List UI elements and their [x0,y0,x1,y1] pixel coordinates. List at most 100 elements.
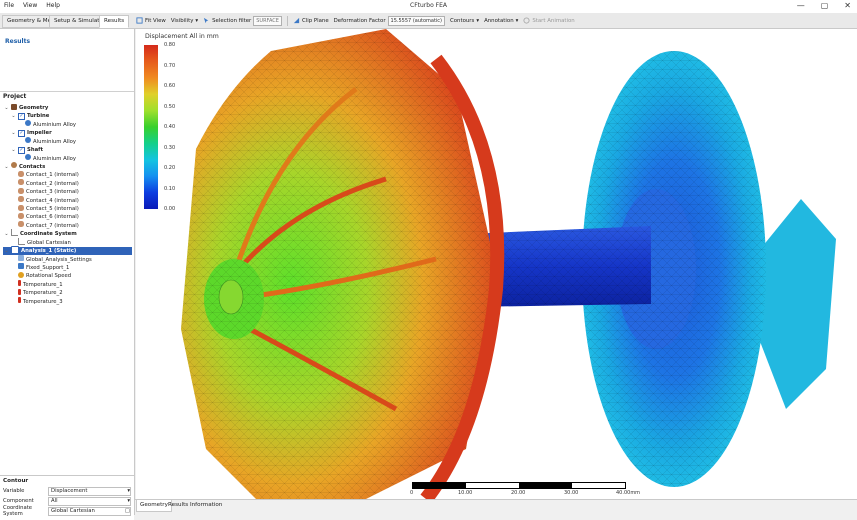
tree-item[interactable]: ⌄ Analysis_1 (Static) [3,245,132,256]
menu-help[interactable]: Help [46,2,60,9]
tree-item-label: Contact_5 (internal) [26,206,79,213]
results-heading: Results [5,38,31,45]
selection-filter[interactable]: Selection filter SURFACE [203,15,282,26]
legend-title: Displacement All in mm [145,33,219,40]
close-button[interactable]: ✕ [844,1,851,10]
contours-dropdown[interactable]: Contours ▾ [450,18,479,24]
scale-label: 40.00mm [616,490,641,496]
tree-item[interactable]: ⌄ ✓ Impeller [11,129,52,138]
tree-item[interactable]: Contact_1 (internal) [11,170,79,179]
tree-item[interactable]: Contact_5 (internal) [11,204,79,213]
scale-segment [519,483,572,488]
expand-chevron-icon[interactable]: ⌄ [4,247,9,255]
tree-item[interactable]: ⌄ Contacts [4,162,46,171]
legend-tick-label: 0.40 [164,124,176,130]
contacts-icon [11,162,17,171]
legend-tick-label: 0.30 [164,144,176,151]
variable-label: Variable [3,488,25,494]
legend-tick-label: 0.20 [164,165,176,171]
minimize-button[interactable]: — [797,1,805,10]
chevron-down-icon: ▾ [476,17,480,24]
visibility-dropdown[interactable]: Visibility ▾ [171,18,198,24]
tree-item[interactable]: Temperature_1 [11,280,63,289]
legend-color-bar [144,45,158,209]
expand-chevron-icon[interactable]: ⌄ [11,129,16,137]
selection-filter-select[interactable]: SURFACE [253,15,282,26]
tree-item[interactable]: Contact_7 (internal) [11,221,79,230]
expand-chevron-icon[interactable]: ⌄ [11,146,16,154]
scale-label: 20.00 [511,490,526,496]
checkbox-icon: ✓ [18,130,25,138]
expand-chevron-icon[interactable]: ⌄ [4,230,9,238]
legend-tick-label: 0.10 [164,185,176,192]
checkbox-icon: ✓ [18,113,25,121]
tree-item[interactable]: Aluminium Alloy [18,154,76,163]
tree-item-label: Contact_1 (internal) [26,172,79,179]
tree-item[interactable]: Contact_4 (internal) [11,196,79,205]
tree-item[interactable]: Contact_3 (internal) [11,187,79,196]
tree-item-label: Aluminium Alloy [33,121,77,128]
tree-item[interactable]: ⌄ Coordinate System [4,229,77,238]
tree-item-label: Contact_3 (internal) [26,189,79,196]
tree-item[interactable]: Temperature_2 [11,288,63,297]
tree-item[interactable]: Temperature_3 [11,297,63,306]
maximize-button[interactable]: ▢ [821,1,829,10]
annotation-dropdown[interactable]: Annotation ▾ [484,18,518,24]
3d-viewport[interactable]: Displacement All in mm 0 10.00 20.00 30.… [136,29,857,499]
menu-file[interactable]: File [4,2,14,9]
contact-icon [18,221,24,230]
turbine-model[interactable] [136,29,857,499]
scale-label: 0 [410,490,414,496]
tree-item[interactable]: Fixed_Support_1 [11,263,69,272]
tree-item-label: Analysis_1 (Static) [21,248,77,255]
tree-item[interactable]: Global_Analysis_Settings [11,255,92,264]
menu-view[interactable]: View [23,2,37,9]
tree-item[interactable]: Aluminium Alloy [18,120,77,129]
tree-item-label: Impeller [27,130,52,137]
tree-item[interactable]: Rotational Speed [11,271,71,280]
coordinate-select[interactable]: Global Cartesian □ [48,506,131,516]
expand-chevron-icon[interactable]: ⌄ [11,112,16,120]
variable-select[interactable]: Displacement ▾ [48,486,131,496]
expand-chevron-icon[interactable]: ⌄ [4,104,9,112]
impeller-wheel [181,29,505,499]
tab-results-information[interactable]: Results Information [165,500,225,511]
material-icon [25,120,31,129]
clip-plane-button[interactable]: Clip Plane [293,17,329,24]
tree-item[interactable]: Contact_6 (internal) [11,212,79,221]
tree-item-label: Contacts [19,163,46,170]
geometry-icon [11,103,17,113]
tree-item-label: Contact_2 (internal) [26,180,79,187]
cursor-icon [204,17,209,24]
tree-item-label: Coordinate System [20,231,77,238]
variable-row: Variable Displacement ▾ [3,486,131,496]
tree-item[interactable]: ⌄ ✓ Shaft [11,146,43,155]
tree-item[interactable]: Contact_2 (internal) [11,179,79,188]
bottom-tab-bar: Geometry Results Information [135,499,857,514]
scale-segment [413,483,466,488]
tree-item[interactable]: Aluminium Alloy [18,137,76,146]
tree-item[interactable]: ⌄ ✓ Turbine [11,112,49,121]
tree-item-label: Global Cartesian [27,239,71,246]
tree-item-label: Global_Analysis_Settings [26,256,92,263]
tab-results[interactable]: Results [99,15,130,28]
toolbar-separator [286,15,288,26]
tree-item[interactable]: Global Cartesian [11,237,71,247]
start-animation-button[interactable]: Start Animation [523,17,575,24]
variable-value: Displacement [51,487,88,494]
legend-tick-label: 0.80 [164,42,176,48]
expand-chevron-icon[interactable]: ⌄ [4,163,9,171]
app-title: CFturbo FEA [410,2,447,9]
chevron-down-icon: ▾ [127,487,130,494]
deformation-factor-input[interactable]: 15.5557 (automatic) [387,15,445,26]
thermometer-icon [18,297,21,306]
fit-view-button[interactable]: Fit View [136,17,166,24]
tree-item[interactable]: ⌄ Geometry [4,103,48,113]
scale-segment [572,483,625,488]
legend-tick-label: 0.50 [164,103,176,110]
animation-icon [523,17,530,24]
coordinate-row: Coordinate System Global Cartesian □ [3,505,131,517]
component-select[interactable]: All ▾ [48,496,131,506]
tree-item-label: Temperature_2 [23,290,63,297]
left-panel: Results Project ⌄ Geometry ⌄ ✓ Turbine Alumin… [0,29,135,515]
